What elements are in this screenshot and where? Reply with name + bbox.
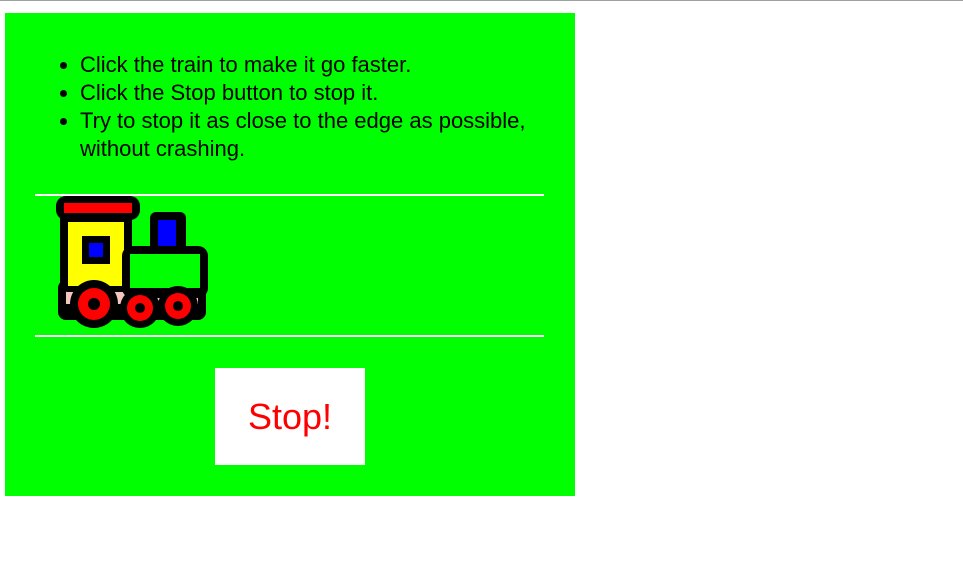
instruction-item: Click the Stop button to stop it.	[80, 79, 550, 107]
instruction-item: Click the train to make it go faster.	[80, 51, 550, 79]
train[interactable]	[56, 196, 208, 334]
instructions-list: Click the train to make it go faster. Cl…	[40, 51, 550, 163]
instruction-item: Try to stop it as close to the edge as p…	[80, 107, 550, 163]
train-icon[interactable]	[56, 196, 208, 334]
browser-top-border	[0, 0, 963, 1]
game-panel: Click the train to make it go faster. Cl…	[5, 13, 575, 496]
stop-button[interactable]: Stop!	[215, 368, 365, 465]
track-bottom-line	[35, 335, 544, 337]
